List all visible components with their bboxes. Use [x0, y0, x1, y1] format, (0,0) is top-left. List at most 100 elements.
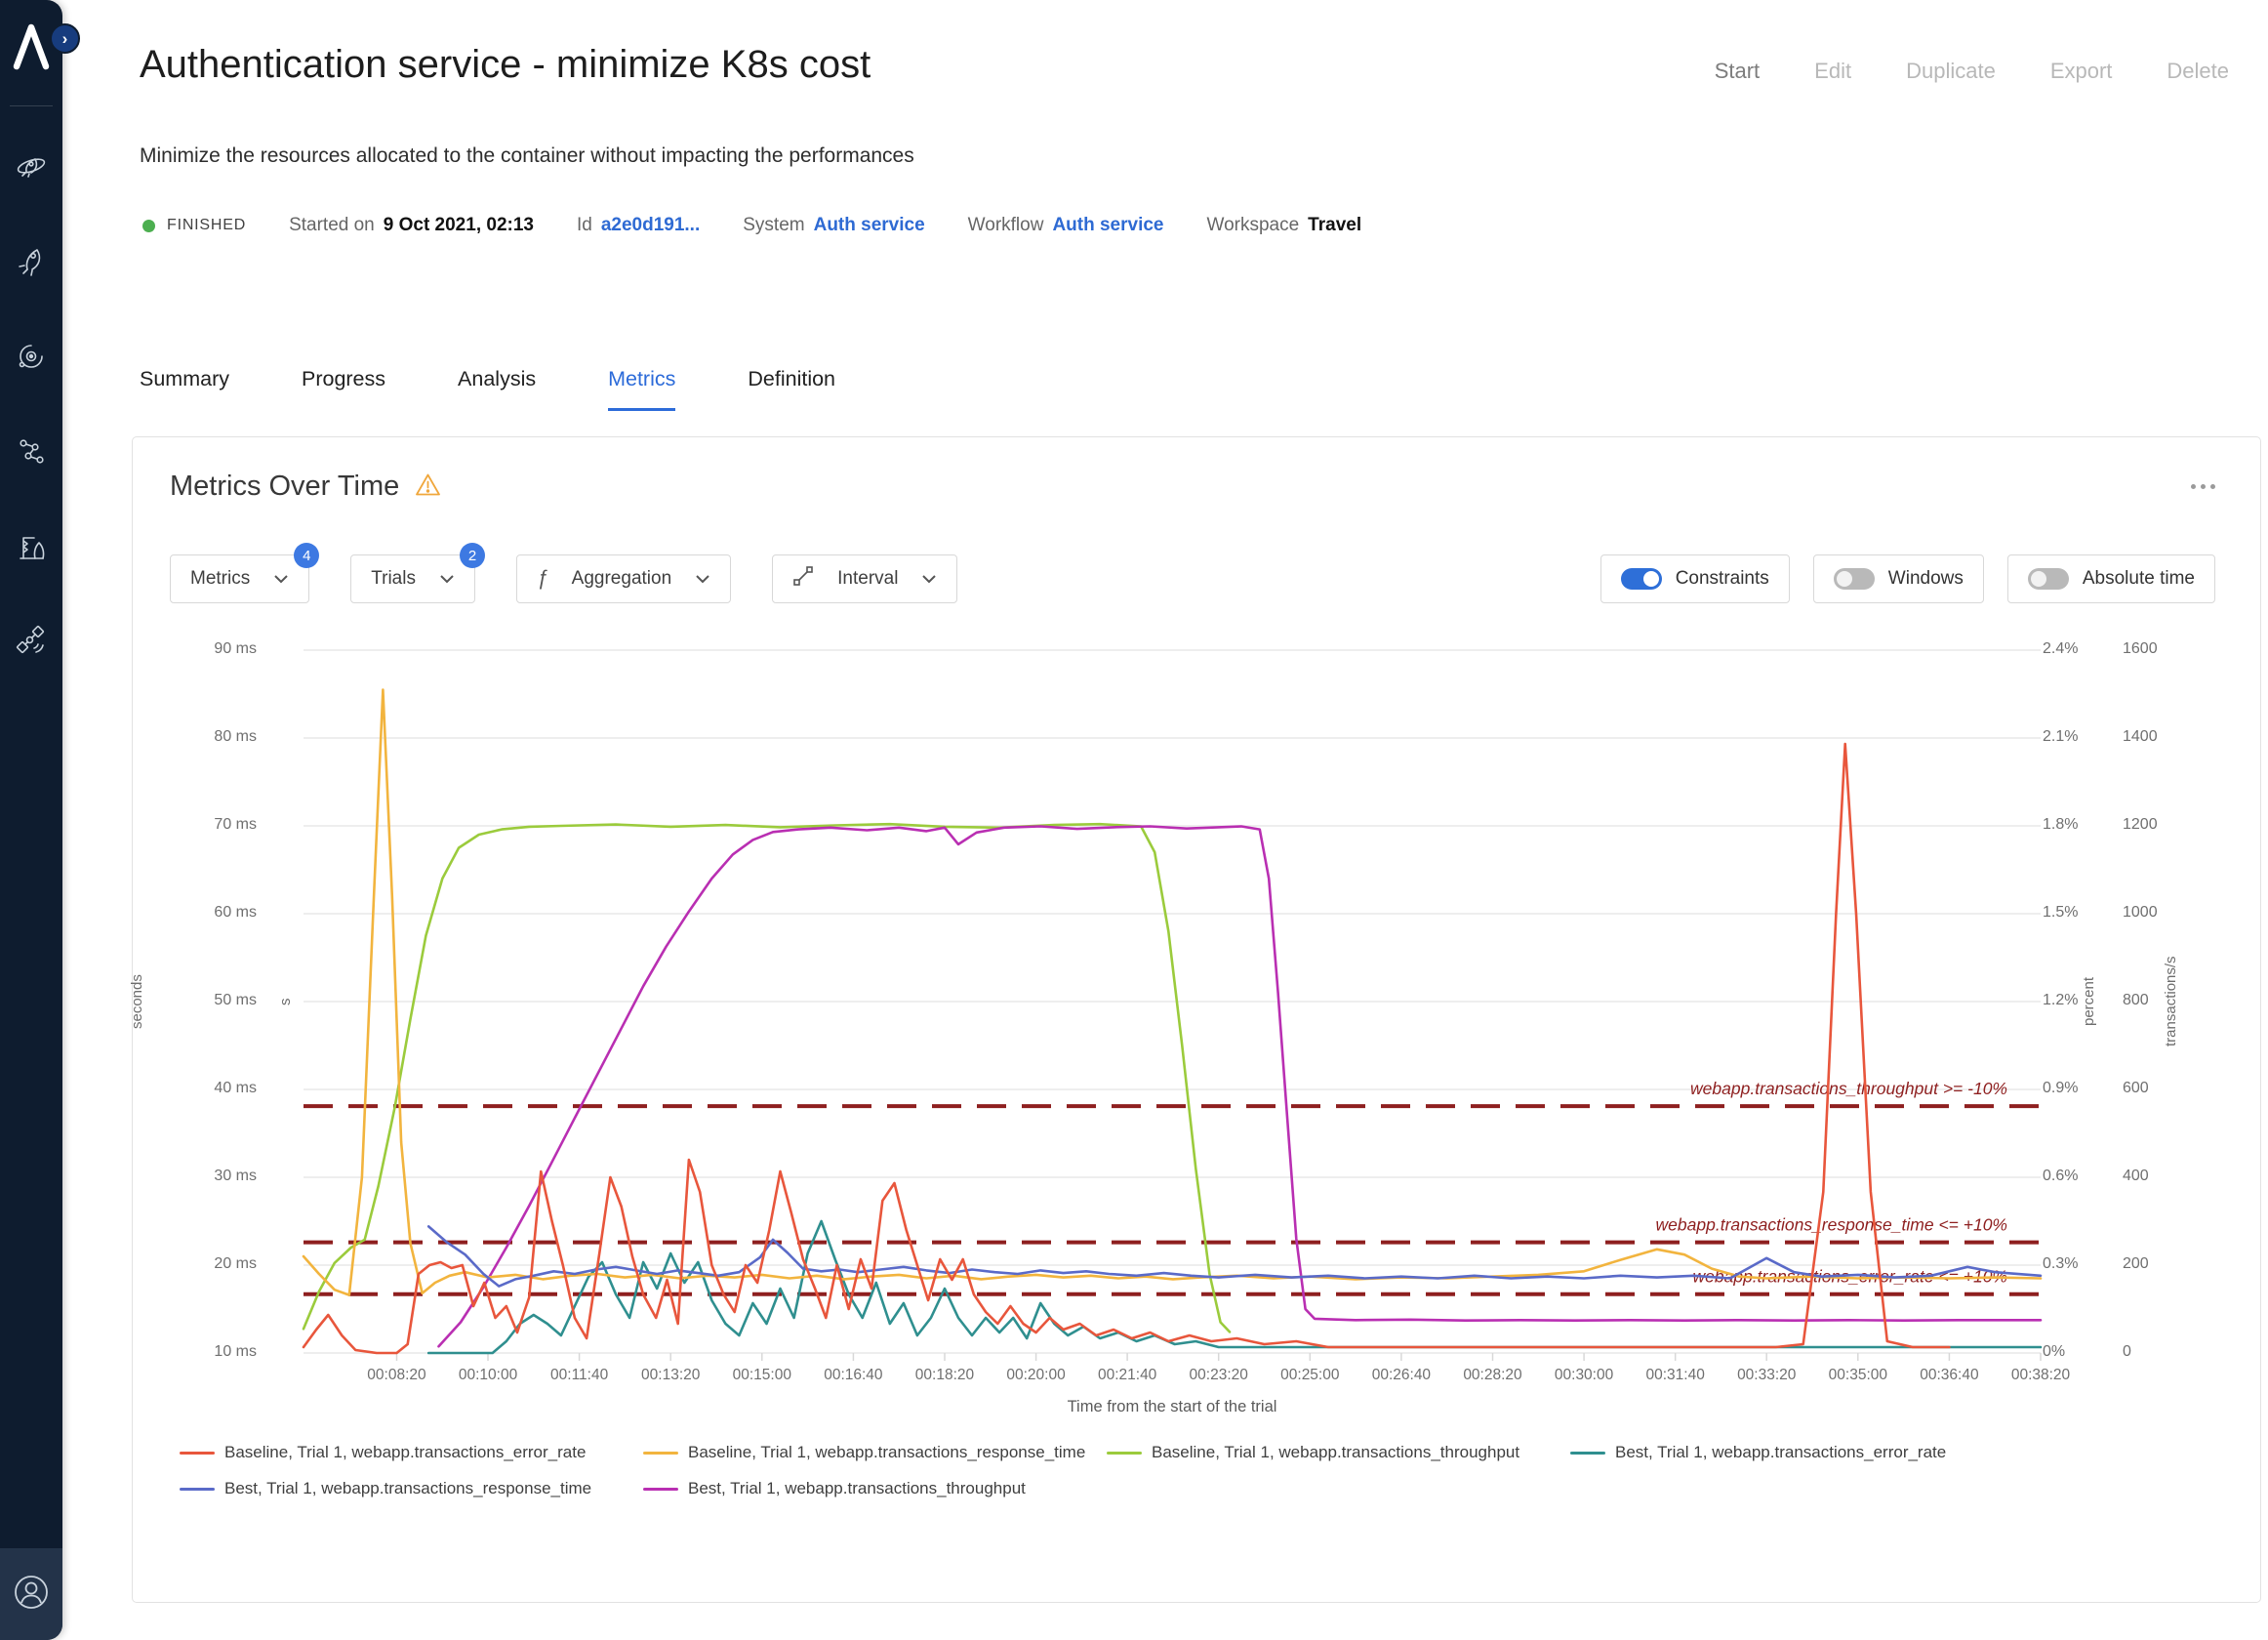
status-dot [142, 220, 155, 232]
status-badge: FINISHED [167, 217, 246, 234]
sidebar-divider [10, 105, 53, 106]
legend-item[interactable]: Baseline, Trial 1, webapp.transactions_r… [643, 1443, 1107, 1462]
left-axis-tick: 90 ms [133, 640, 257, 658]
chevron-down-icon [695, 574, 710, 584]
page: › Authentication service - minimize K8s … [0, 0, 2268, 1640]
percent-axis-tick: 2.1% [2043, 728, 2121, 746]
legend-label: Baseline, Trial 1, webapp.transactions_t… [1152, 1443, 1519, 1462]
left-axis-unit: s [277, 650, 293, 1353]
tab-analysis[interactable]: Analysis [458, 367, 536, 411]
duplicate-button[interactable]: Duplicate [1906, 59, 1996, 84]
percent-axis-tick: 0.6% [2043, 1168, 2121, 1185]
x-axis-title: Time from the start of the trial [304, 1398, 2041, 1416]
export-button[interactable]: Export [2050, 59, 2113, 84]
legend-swatch [180, 1452, 215, 1455]
trials-count-badge: 2 [460, 543, 485, 568]
tps-axis-tick: 1600 [2123, 640, 2201, 658]
percent-axis-tick: 1.5% [2043, 904, 2121, 922]
legend-label: Baseline, Trial 1, webapp.transactions_e… [224, 1443, 586, 1462]
tab-summary[interactable]: Summary [140, 367, 229, 411]
tps-axis-tick: 400 [2123, 1168, 2201, 1185]
rocket-planet-icon[interactable] [15, 148, 48, 182]
chevron-down-icon [439, 574, 455, 584]
more-options-icon[interactable] [2191, 484, 2215, 489]
metrics-filter-button[interactable]: Metrics 4 [170, 554, 309, 603]
toggle-switch-off [1834, 568, 1875, 590]
tab-bar: Summary Progress Analysis Metrics Defini… [140, 367, 835, 411]
tab-progress[interactable]: Progress [302, 367, 385, 411]
legend-item[interactable]: Best, Trial 1, webapp.transactions_throu… [643, 1479, 1107, 1498]
legend-swatch [180, 1488, 215, 1491]
tps-axis-tick: 1200 [2123, 816, 2201, 834]
trials-filter-button[interactable]: Trials 2 [350, 554, 475, 603]
orbit-icon[interactable] [15, 340, 48, 373]
legend-swatch [1570, 1452, 1605, 1455]
percent-axis-tick: 0.3% [2043, 1255, 2121, 1273]
absolute-time-toggle[interactable]: Absolute time [2007, 554, 2215, 603]
started-label: Started on [289, 215, 375, 236]
series-line [304, 744, 1949, 1353]
tps-axis-tick: 200 [2123, 1255, 2201, 1273]
left-axis-tick: 80 ms [133, 728, 257, 746]
left-axis-tick: 40 ms [133, 1080, 257, 1097]
chevron-down-icon [921, 574, 937, 584]
tab-definition[interactable]: Definition [748, 367, 835, 411]
network-icon[interactable] [15, 435, 48, 469]
percent-axis-tick: 0.9% [2043, 1080, 2121, 1097]
panel-title: Metrics Over Time [170, 471, 399, 503]
tps-axis-tick: 0 [2123, 1343, 2201, 1361]
legend-item[interactable]: Best, Trial 1, webapp.transactions_error… [1570, 1443, 2034, 1462]
workspace-value: Travel [1308, 215, 1361, 236]
legend-item[interactable]: Baseline, Trial 1, webapp.transactions_t… [1107, 1443, 1570, 1462]
metrics-over-time-panel: Metrics Over Time Metrics 4 Trials 2 ƒ A [132, 436, 2261, 1603]
chart-filters: Metrics 4 Trials 2 ƒ Aggregation [170, 554, 957, 603]
sidebar-footer [0, 1548, 62, 1640]
chevron-down-icon [273, 574, 289, 584]
left-axis-tick: 30 ms [133, 1168, 257, 1185]
start-button[interactable]: Start [1715, 59, 1760, 84]
left-axis-tick: 70 ms [133, 816, 257, 834]
delete-button[interactable]: Delete [2167, 59, 2229, 84]
windows-toggle[interactable]: Windows [1813, 554, 1984, 603]
percent-axis-tick: 1.8% [2043, 816, 2121, 834]
workflow-link[interactable]: Auth service [1052, 215, 1163, 236]
windows-toggle-label: Windows [1888, 568, 1964, 590]
chart-legend: Baseline, Trial 1, webapp.transactions_e… [180, 1443, 2034, 1498]
legend-swatch [643, 1452, 678, 1455]
legend-swatch [643, 1488, 678, 1491]
workspace-label: Workspace [1206, 215, 1299, 236]
user-avatar-icon[interactable] [10, 1571, 53, 1619]
study-description: Minimize the resources allocated to the … [140, 144, 914, 168]
system-link[interactable]: Auth service [814, 215, 925, 236]
series-line [304, 824, 1230, 1332]
constraint-label: webapp.transactions_throughput >= -10% [1690, 1079, 2007, 1098]
legend-item[interactable]: Best, Trial 1, webapp.transactions_respo… [180, 1479, 643, 1498]
constraints-toggle-label: Constraints [1676, 568, 1769, 590]
launchpad-icon[interactable] [15, 531, 48, 564]
rocket-icon[interactable] [15, 244, 48, 277]
left-axis-tick: 10 ms [133, 1343, 257, 1361]
warning-triangle-icon[interactable] [415, 472, 441, 502]
percent-axis-tick: 0% [2043, 1343, 2121, 1361]
legend-label: Best, Trial 1, webapp.transactions_error… [1615, 1443, 1946, 1462]
tps-axis-tick: 600 [2123, 1080, 2201, 1097]
chevron-right-icon: › [62, 29, 68, 49]
constraints-toggle[interactable]: Constraints [1600, 554, 1790, 603]
edit-button[interactable]: Edit [1814, 59, 1851, 84]
chart-toggles: Constraints Windows Absolute time [1600, 554, 2215, 603]
sidebar-expand-button[interactable]: › [50, 23, 80, 54]
id-link[interactable]: a2e0d191... [601, 215, 700, 236]
tab-metrics[interactable]: Metrics [608, 367, 675, 411]
function-icon: ƒ [537, 567, 548, 591]
interval-filter-button[interactable]: Interval [772, 554, 957, 603]
interval-filter-label: Interval [837, 568, 898, 590]
page-title: Authentication service - minimize K8s co… [140, 43, 871, 87]
metrics-chart-svg[interactable]: webapp.transactions_throughput >= -10%we… [304, 650, 2041, 1353]
satellite-icon[interactable] [15, 625, 48, 658]
legend-item[interactable]: Baseline, Trial 1, webapp.transactions_e… [180, 1443, 643, 1462]
aggregation-filter-button[interactable]: ƒ Aggregation [516, 554, 731, 603]
left-axis-tick: 60 ms [133, 904, 257, 922]
tps-axis-tick: 1400 [2123, 728, 2201, 746]
status-row: FINISHED Started on 9 Oct 2021, 02:13 Id… [142, 215, 1404, 236]
akamas-logo-icon[interactable] [8, 16, 55, 79]
